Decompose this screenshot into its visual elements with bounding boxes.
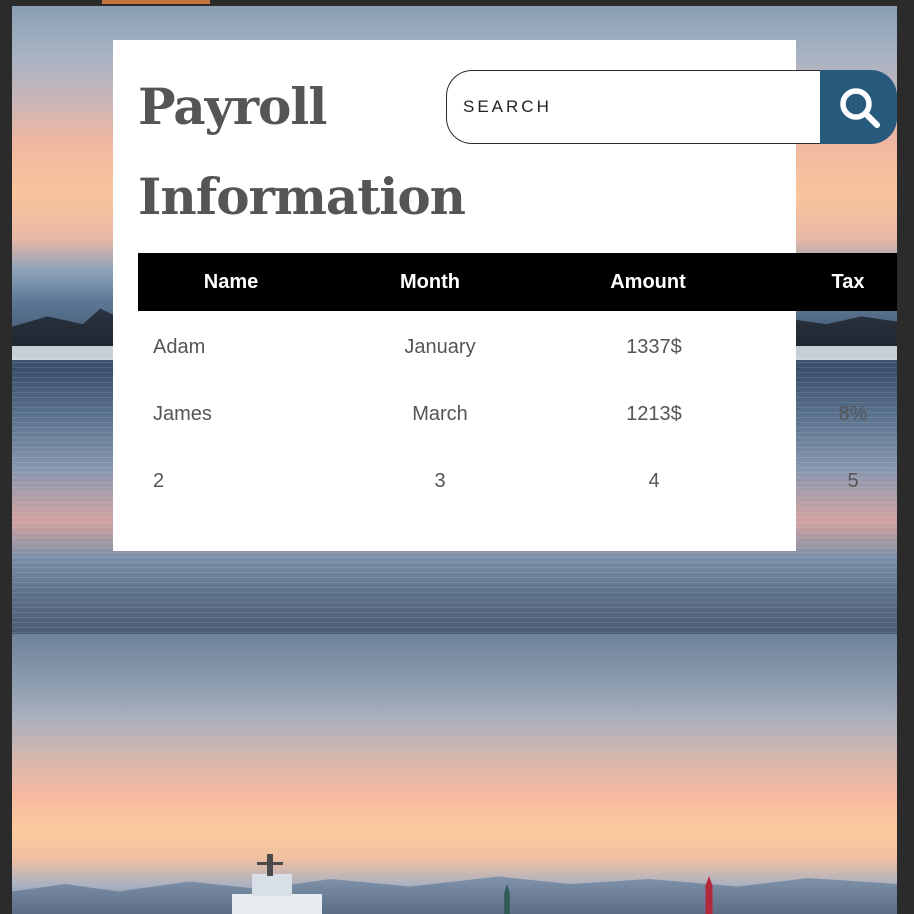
- cell-month: 3: [434, 470, 446, 492]
- cell-name: James: [153, 403, 212, 425]
- payroll-table: Name Month Amount Tax Adam January 1337$…: [138, 253, 897, 512]
- cell-amount: 1337$: [626, 336, 682, 358]
- column-header-tax[interactable]: Tax: [798, 253, 898, 311]
- table-header: Name Month Amount Tax: [138, 253, 897, 311]
- table-row: 2 3 4 5: [138, 448, 897, 515]
- column-header-month[interactable]: Month: [334, 253, 526, 311]
- active-tab-indicator: [102, 0, 210, 4]
- page-title-line2: Information: [138, 167, 466, 226]
- cell-name: Adam: [153, 336, 206, 358]
- table-row: James March 1213$ 8%: [138, 381, 897, 448]
- ship-graphic: [232, 854, 322, 914]
- table-row: Adam January 1337$: [138, 314, 897, 381]
- page-title-line1: Payroll: [138, 77, 327, 136]
- search-icon: [840, 88, 880, 128]
- cell-tax: 8%: [838, 403, 868, 425]
- search-bar: [446, 70, 897, 144]
- search-input[interactable]: [446, 70, 820, 144]
- column-header-amount[interactable]: Amount: [548, 253, 748, 311]
- column-header-name[interactable]: Name: [138, 253, 324, 311]
- search-button[interactable]: [820, 70, 897, 144]
- background-image-repeat: [12, 634, 897, 914]
- cell-month: January: [404, 336, 476, 358]
- cell-amount: 4: [648, 470, 660, 492]
- cell-amount: 1213$: [626, 403, 682, 425]
- cell-tax: 5: [847, 470, 859, 492]
- page-title: Payroll Information: [138, 62, 466, 242]
- cell-month: March: [412, 403, 468, 425]
- table-body: Adam January 1337$ James March 1213$ 8% …: [138, 311, 897, 512]
- cell-name: 2: [153, 470, 165, 492]
